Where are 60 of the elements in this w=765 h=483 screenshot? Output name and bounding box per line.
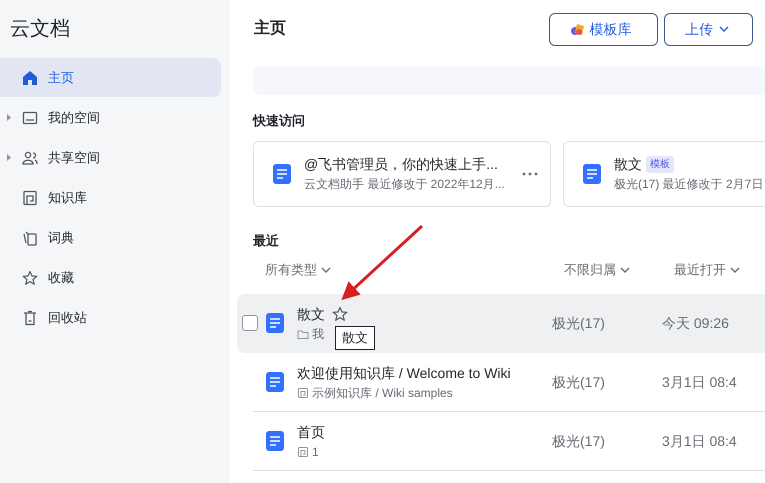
- sidebar-item[interactable]: 我的空间: [0, 98, 221, 137]
- card-title: @飞书管理员，你的快速上手...: [304, 155, 498, 174]
- filter-dropdown[interactable]: 不限归属: [564, 260, 674, 280]
- section-title: 最近: [253, 232, 280, 250]
- document-icon: [265, 312, 285, 334]
- filter-dropdown[interactable]: 所有类型: [253, 260, 564, 280]
- home-icon: [22, 70, 38, 86]
- file-row[interactable]: 散文 我 极光(17) 今天 09:26 散文: [237, 294, 765, 353]
- sidebar-item[interactable]: 回收站: [0, 298, 221, 337]
- card-subtitle: 极光(17) 最近修改于 2月7日: [614, 176, 764, 193]
- star-icon: [22, 270, 38, 286]
- file-location: 我: [312, 326, 324, 342]
- file-location: 示例知识库 / Wiki samples: [312, 384, 453, 402]
- card-title: 散文: [614, 155, 642, 174]
- star-icon[interactable]: [332, 306, 348, 322]
- template-tag: 模板: [646, 156, 674, 173]
- more-icon[interactable]: [522, 170, 538, 176]
- document-icon: [582, 162, 602, 184]
- quick-access-card[interactable]: 散文 模板 极光(17) 最近修改于 2月7日: [563, 140, 765, 206]
- book-icon: [22, 190, 38, 206]
- filter-dropdown[interactable]: 最近打开: [674, 260, 765, 280]
- sidebar-item[interactable]: 主页: [0, 58, 221, 97]
- sidebar-item[interactable]: 共享空间: [0, 138, 221, 177]
- folder-icon: [297, 328, 309, 340]
- sidebar-item[interactable]: 词典: [0, 218, 221, 257]
- document-icon: [272, 162, 292, 184]
- quick-access-card[interactable]: @飞书管理员，你的快速上手... 云文档助手 最近修改于 2022年12月...: [253, 140, 551, 206]
- book-icon: [297, 386, 309, 398]
- template-button[interactable]: 模板库: [548, 12, 658, 46]
- opened-time: 3月1日 08:4: [662, 432, 737, 450]
- file-row[interactable]: 首页 1 极光(17) 3月1日 08:4: [253, 412, 765, 471]
- checkbox[interactable]: [242, 315, 258, 331]
- file-name: 欢迎使用知识库 / Welcome to Wiki: [297, 364, 511, 382]
- opened-time: 今天 09:26: [662, 314, 729, 332]
- trash-icon: [22, 310, 38, 326]
- upload-button[interactable]: 上传: [664, 12, 753, 46]
- section-title: 快速访问: [253, 112, 306, 130]
- owner-name: 极光(17): [552, 314, 606, 333]
- file-name: 首页: [297, 422, 325, 442]
- opened-time: 3月1日 08:4: [662, 372, 737, 392]
- people-icon: [22, 150, 38, 166]
- expand-caret-icon: [6, 153, 12, 162]
- expand-caret-icon: [6, 113, 12, 122]
- owner-name: 极光(17): [552, 432, 606, 451]
- document-icon: [265, 430, 285, 452]
- book-icon: [297, 446, 309, 458]
- sidebar-item[interactable]: 收藏: [0, 258, 221, 297]
- document-icon: [265, 371, 285, 393]
- file-name: 散文: [297, 304, 325, 324]
- template-icon: [570, 22, 584, 36]
- card-subtitle: 云文档助手 最近修改于 2022年12月...: [304, 176, 506, 193]
- file-location: 1: [312, 444, 319, 460]
- owner-name: 极光(17): [552, 372, 606, 392]
- page-title: 主页: [254, 18, 286, 39]
- folder-icon: [22, 110, 38, 126]
- tooltip: 散文: [335, 326, 375, 350]
- app-title: 云文档: [9, 17, 71, 42]
- sidebar-item[interactable]: 知识库: [0, 178, 221, 217]
- file-row[interactable]: 欢迎使用知识库 / Welcome to Wiki 示例知识库 / Wiki samples 极光(17) 3月1日 08:4: [253, 353, 765, 412]
- cards-icon: [22, 230, 38, 246]
